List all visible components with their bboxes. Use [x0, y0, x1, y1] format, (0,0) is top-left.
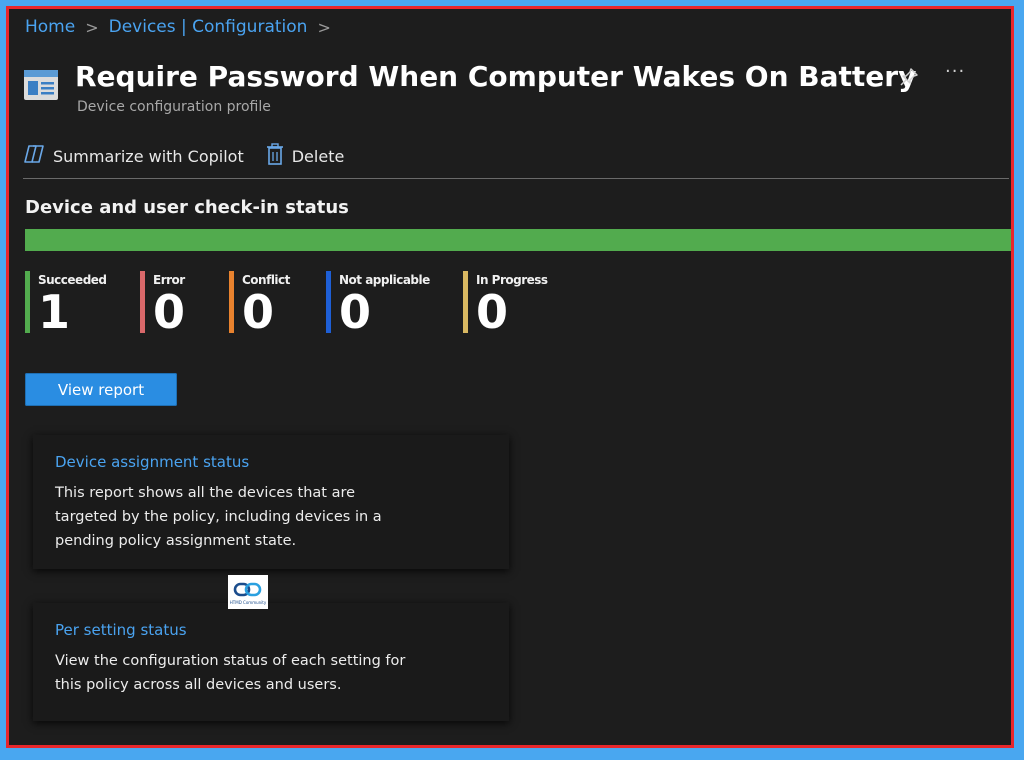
- stat-succeeded[interactable]: Succeeded 1: [25, 271, 107, 339]
- stat-value: 1: [38, 285, 71, 339]
- chevron-right-icon: >: [85, 17, 99, 37]
- title-row: Require Password When Computer Wakes On …: [23, 59, 916, 101]
- page-subtitle: Device configuration profile: [77, 99, 271, 115]
- checkin-progress-bar: [25, 229, 1011, 251]
- stat-value: 0: [153, 285, 186, 339]
- stat-value: 0: [476, 285, 509, 339]
- per-setting-status-card[interactable]: Per setting status View the configuratio…: [33, 603, 509, 721]
- logo-watermark-text: HTMD Community: [229, 599, 267, 605]
- device-assignment-status-card[interactable]: Device assignment status This report sho…: [33, 435, 509, 569]
- stat-value: 0: [339, 285, 372, 339]
- stat-not-applicable[interactable]: Not applicable 0: [326, 271, 430, 339]
- command-bar: Summarize with Copilot Delete: [23, 143, 366, 169]
- htmd-logo: HTMD Community: [228, 575, 268, 609]
- card-description: This report shows all the devices that a…: [55, 485, 382, 549]
- card-description: View the configuration status of each se…: [55, 653, 406, 693]
- delete-button[interactable]: Delete: [266, 143, 345, 169]
- page-frame: Home > Devices | Configuration > Require…: [6, 6, 1014, 748]
- view-report-button[interactable]: View report: [25, 373, 177, 406]
- checkin-status-title: Device and user check-in status: [25, 197, 349, 218]
- card-title[interactable]: Device assignment status: [55, 453, 487, 471]
- stat-conflict[interactable]: Conflict 0: [229, 271, 290, 339]
- stat-value: 0: [242, 285, 275, 339]
- configuration-profile-icon: [23, 69, 59, 101]
- summarize-with-copilot-button[interactable]: Summarize with Copilot: [23, 144, 244, 168]
- summarize-with-copilot-label: Summarize with Copilot: [53, 146, 244, 166]
- stat-in-progress[interactable]: In Progress 0: [463, 271, 548, 339]
- copilot-icon: [23, 144, 45, 168]
- more-options-icon[interactable]: ···: [945, 61, 965, 82]
- breadcrumb-home[interactable]: Home: [25, 17, 75, 37]
- breadcrumb: Home > Devices | Configuration >: [25, 17, 331, 37]
- chevron-right-icon: >: [317, 17, 331, 37]
- card-title[interactable]: Per setting status: [55, 621, 487, 639]
- delete-label: Delete: [291, 146, 345, 166]
- progress-succeeded-fill: [25, 229, 1011, 251]
- toolbar-divider: [23, 178, 1009, 179]
- chain-link-icon: [233, 582, 262, 596]
- pin-icon[interactable]: [899, 67, 919, 91]
- breadcrumb-devices-configuration[interactable]: Devices | Configuration: [109, 17, 308, 37]
- page-title: Require Password When Computer Wakes On …: [75, 60, 917, 93]
- stat-error[interactable]: Error 0: [140, 271, 186, 339]
- trash-icon: [266, 143, 284, 169]
